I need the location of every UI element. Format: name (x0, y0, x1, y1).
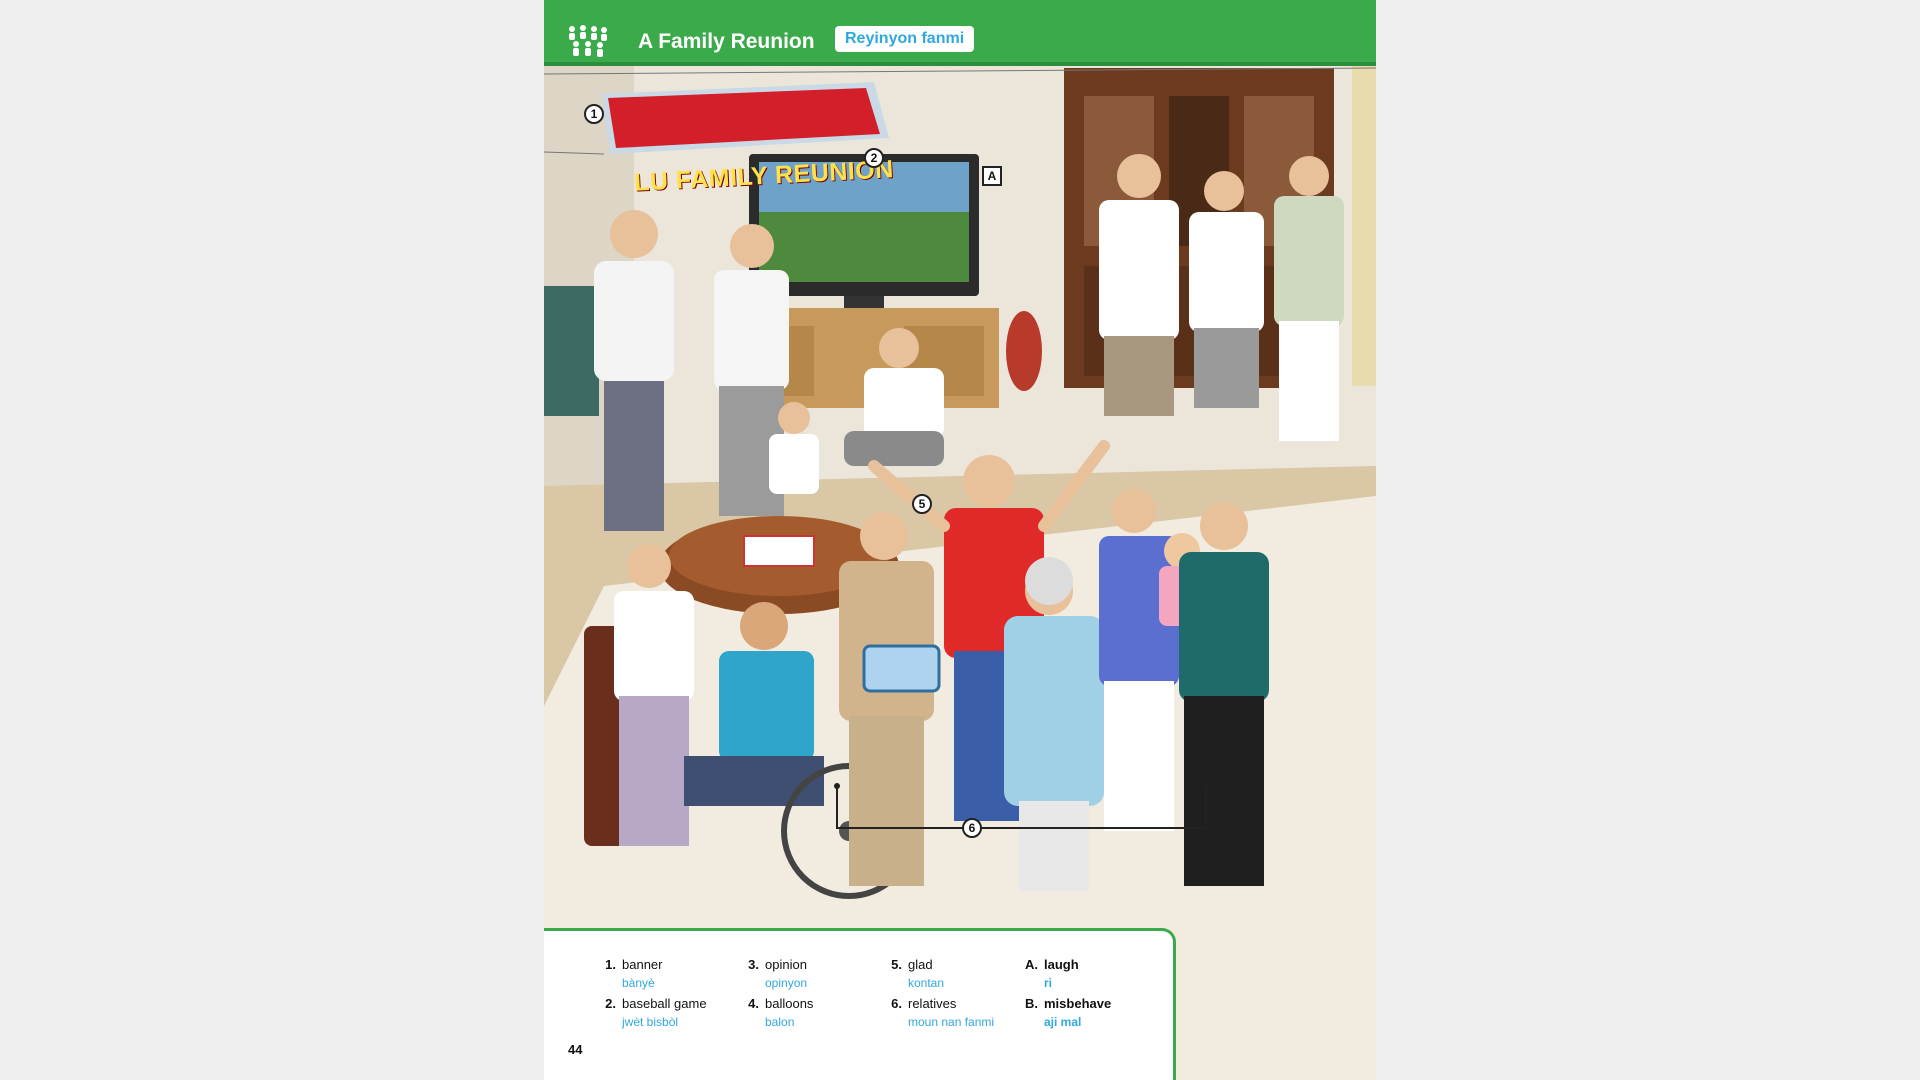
callout-6: 6 (962, 818, 982, 838)
textbook-page: A Family Reunion Reyinyon fanmi LU FAMIL… (544, 0, 1376, 1080)
vocab-number: 1. (605, 957, 616, 972)
vocab-word: misbehave (1044, 996, 1112, 1011)
vocab-word: banner (622, 957, 663, 972)
vocab-number: 4. (748, 996, 759, 1011)
family-people-icon (569, 25, 607, 57)
document-viewer: A Family Reunion Reyinyon fanmi LU FAMIL… (0, 0, 1920, 1080)
page-number: 44 (568, 1042, 583, 1057)
vocab-number: 3. (748, 957, 759, 972)
vocab-translation: kontan (908, 976, 945, 990)
vocab-word: glad (908, 957, 933, 972)
callout-1: 1 (584, 104, 604, 124)
vocab-translation: bànyè (622, 976, 655, 990)
vocab-word: balloons (765, 996, 814, 1011)
vocab-translation: ri (1044, 976, 1053, 990)
callout-5: 5 (912, 494, 932, 514)
vocab-translation: aji mal (1044, 1015, 1082, 1029)
vocab-letter: A. (1025, 957, 1038, 972)
vocab-number: 6. (891, 996, 902, 1011)
callout-2: 2 (864, 148, 884, 168)
vocab-translation: jwèt bisbòl (622, 1015, 679, 1029)
vocab-word: relatives (908, 996, 957, 1011)
vocab-number: 2. (605, 996, 616, 1011)
vocab-word: opinion (765, 957, 807, 972)
vocab-translation: moun nan fanmi (908, 1015, 995, 1029)
vocab-letter: B. (1025, 996, 1038, 1011)
vocab-number: 5. (891, 957, 902, 972)
vocab-translation: balon (765, 1015, 795, 1029)
vocab-translation: opinyon (765, 976, 808, 990)
page-header: A Family Reunion Reyinyon fanmi (544, 0, 1376, 62)
page-title: A Family Reunion (638, 30, 815, 53)
grandpa-with-cookies-figure (839, 512, 941, 886)
parents-with-babies-figure (1099, 154, 1344, 441)
callout-a: A (982, 166, 1002, 186)
page-subtitle-translation: Reyinyon fanmi (835, 26, 975, 52)
vocabulary-box: 1. banner bànyè 2. baseball game jwèt bi… (544, 928, 1176, 1080)
vocab-word: baseball game (622, 996, 707, 1011)
vocab-word: laugh (1044, 957, 1079, 972)
